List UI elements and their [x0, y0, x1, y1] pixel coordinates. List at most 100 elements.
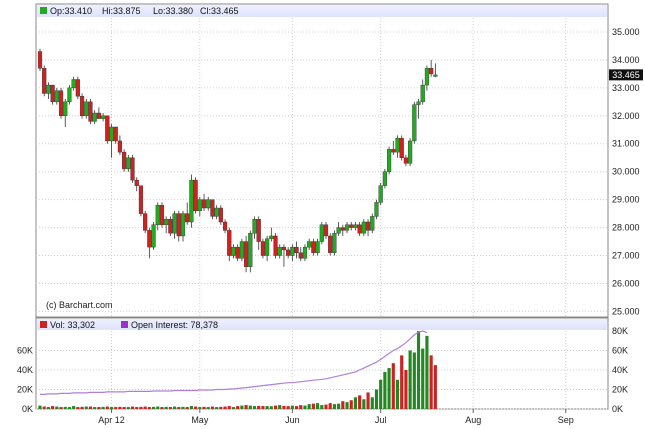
volume-bar: [265, 406, 269, 409]
candle: [260, 238, 266, 259]
watermark: (c) Barchart.com: [46, 300, 113, 310]
volume-bar: [391, 363, 395, 409]
candle: [143, 210, 148, 234]
volume-bar: [164, 406, 168, 409]
candle: [386, 146, 392, 175]
candle: [378, 182, 383, 206]
volume-bar: [59, 407, 63, 409]
volume-bar: [421, 348, 425, 409]
volume-bar: [185, 407, 189, 409]
volume-bar: [412, 352, 416, 409]
volume-bar: [160, 407, 164, 409]
volume-bar: [97, 407, 101, 409]
volume-legend-swatch: [40, 321, 47, 328]
open-interest-legend-swatch: [121, 321, 128, 328]
price-tick-label: 27.000: [612, 251, 640, 261]
price-tick-label: 33.000: [612, 83, 640, 93]
volume-bar: [252, 406, 257, 409]
candle: [151, 221, 156, 250]
candle: [248, 230, 253, 273]
volume-bar: [194, 406, 198, 409]
volume-bar: [122, 407, 126, 409]
volume-bar: [307, 404, 311, 409]
candle: [168, 216, 173, 236]
volume-bar: [387, 368, 391, 409]
volume-bar: [290, 405, 294, 409]
candle: [130, 154, 135, 183]
candle: [328, 233, 333, 256]
volume-bar: [189, 406, 193, 409]
volume-bar: [337, 403, 341, 409]
volume-bar: [261, 406, 265, 409]
volume-bar: [282, 405, 286, 409]
volume-bar: [72, 406, 76, 409]
volume-bar: [93, 407, 97, 409]
volume-bar: [223, 406, 227, 409]
price-tick-label: 28.000: [612, 223, 640, 233]
volume-bar: [286, 406, 290, 409]
volume-bar: [366, 392, 370, 409]
volume-right-tick-label: 40K: [612, 365, 628, 375]
volume-bar: [219, 406, 223, 409]
volume-label: Vol: 33,302: [50, 320, 95, 330]
volume-bar: [353, 397, 358, 409]
volume-bar: [147, 407, 151, 409]
candle: [382, 168, 387, 189]
candle: [159, 202, 165, 228]
volume-right-tick-label: 80K: [612, 326, 628, 336]
candle: [138, 185, 144, 217]
candle: [193, 177, 198, 214]
volume-bar: [210, 406, 215, 409]
volume-left-tick-label: 60K: [17, 346, 33, 356]
x-tick-label: Sep: [558, 415, 574, 425]
volume-bar: [269, 406, 273, 409]
price-tick-label: 34.000: [612, 55, 640, 65]
volume-panel: 60K 40K 20K 0K 80K 60K 40K 20K 0K Vol: 33,302 Op…: [17, 317, 628, 414]
volume-bar: [400, 355, 404, 409]
volume-bar: [38, 405, 42, 409]
volume-bar: [299, 405, 303, 409]
candle: [374, 199, 379, 220]
volume-bar: [345, 402, 349, 409]
header-legend-swatch: [40, 7, 47, 14]
x-tick-label: Apr 12: [98, 415, 125, 425]
volume-bar: [130, 406, 135, 409]
volume-bar: [202, 406, 206, 409]
volume-bar: [114, 407, 118, 409]
volume-bar: [341, 401, 345, 409]
volume-bar: [42, 406, 46, 409]
candle: [189, 174, 194, 228]
price-tick-label: 30.000: [612, 167, 640, 177]
volume-bar: [425, 335, 429, 409]
candle: [399, 135, 404, 161]
volume-bar: [88, 406, 93, 409]
volume-bar: [109, 407, 114, 409]
price-tick-label: 26.000: [612, 278, 640, 288]
volume-bar: [51, 406, 55, 409]
candle: [408, 138, 413, 167]
open-interest-label: Open Interest: 78,378: [131, 320, 218, 330]
header-high: Hi:33.875: [102, 6, 141, 16]
volume-bar: [156, 406, 160, 409]
volume-bar: [294, 406, 299, 409]
volume-bar: [118, 406, 122, 409]
volume-bar: [126, 407, 130, 409]
volume-bar: [379, 379, 383, 409]
candle: [58, 87, 64, 119]
volume-bar: [429, 355, 433, 409]
volume-bar: [198, 407, 202, 409]
candle: [122, 149, 127, 172]
candle: [75, 76, 80, 100]
x-tick-label: Jul: [375, 415, 387, 425]
candle: [273, 233, 278, 259]
volume-bar: [177, 407, 181, 409]
candle: [243, 235, 249, 273]
candle: [88, 99, 93, 125]
volume-bar: [143, 406, 147, 409]
volume-bar: [303, 405, 307, 409]
price-tick-label: 35.000: [612, 27, 640, 37]
price-tick-label: 32.000: [612, 111, 640, 121]
volume-left-tick-label: 20K: [17, 385, 33, 395]
header-close: Cl:33.465: [200, 6, 239, 16]
x-tick-label: May: [191, 415, 209, 425]
